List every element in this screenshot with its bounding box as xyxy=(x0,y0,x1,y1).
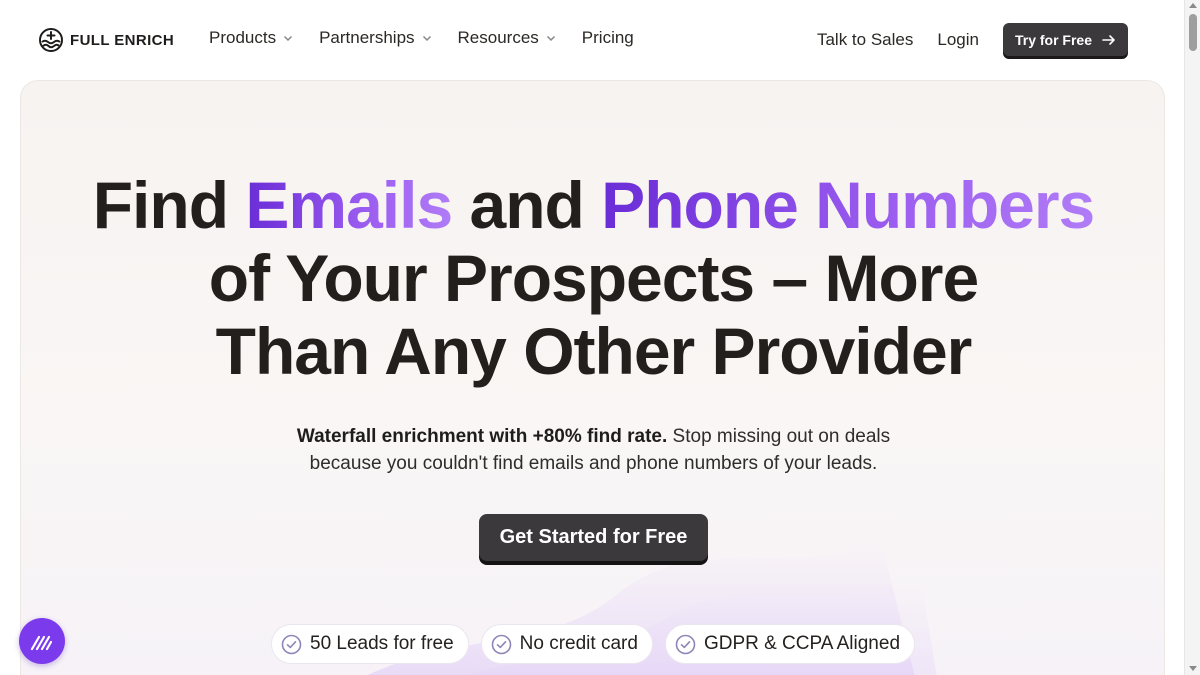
header-actions: Talk to Sales Login Try for Free xyxy=(817,23,1128,56)
nav-products[interactable]: Products xyxy=(209,28,293,48)
nav-partnerships[interactable]: Partnerships xyxy=(319,28,431,48)
scrollbar-thumb[interactable] xyxy=(1189,14,1197,51)
headline-part1: Find xyxy=(92,168,246,242)
nav-pricing-label: Pricing xyxy=(581,28,634,47)
badge-no-credit-card: No credit card xyxy=(480,624,653,664)
nav-pricing[interactable]: Pricing xyxy=(582,28,634,48)
subtext-bold: Waterfall enrichment with +80% find rate… xyxy=(296,426,668,447)
scroll-up-arrow[interactable] xyxy=(1189,3,1197,8)
nav-resources[interactable]: Resources xyxy=(458,28,556,48)
arrow-right-icon xyxy=(1102,34,1115,45)
hero-subtext: Waterfall enrichment with +80% find rate… xyxy=(21,423,1164,477)
nav-partnerships-label: Partnerships xyxy=(319,28,415,47)
page-scrollbar[interactable] xyxy=(1184,0,1200,675)
talk-to-sales-link[interactable]: Talk to Sales xyxy=(817,30,913,50)
try-for-free-label: Try for Free xyxy=(1014,31,1092,48)
badge-label: No credit card xyxy=(519,633,638,654)
logo[interactable]: FULL ENRICH xyxy=(38,27,174,53)
chevron-down-icon xyxy=(546,35,555,42)
login-link[interactable]: Login xyxy=(937,30,979,50)
site-header: FULL ENRICH Products Partnerships Resour… xyxy=(0,0,1184,80)
chevron-down-icon xyxy=(284,35,293,42)
badge-50-leads: 50 Leads for free xyxy=(271,624,469,664)
badge-label: GDPR & CCPA Aligned xyxy=(703,633,901,654)
feature-badges: 50 Leads for free No credit card GDPR & … xyxy=(271,624,916,664)
nav-resources-label: Resources xyxy=(457,28,539,47)
scroll-down-arrow[interactable] xyxy=(1189,666,1197,671)
chevron-down-icon xyxy=(422,35,431,42)
chat-widget-button[interactable] xyxy=(19,618,65,664)
chat-widget-icon xyxy=(30,635,53,651)
headline-line2: of Your Prospects – More xyxy=(208,241,979,315)
main-nav: Products Partnerships Resources Pricing xyxy=(209,28,634,48)
logo-icon xyxy=(39,28,63,52)
check-circle-icon xyxy=(281,634,302,654)
check-circle-icon xyxy=(675,634,696,654)
badge-gdpr-ccpa: GDPR & CCPA Aligned xyxy=(664,624,916,664)
get-started-button[interactable]: Get Started for Free xyxy=(479,514,708,561)
headline-part2: and xyxy=(452,168,602,242)
headline-phone-numbers: Phone Numbers xyxy=(601,168,1095,242)
check-circle-icon xyxy=(491,634,511,654)
nav-products-label: Products xyxy=(209,28,277,47)
headline-line3: Than Any Other Provider xyxy=(215,314,973,388)
badge-label: 50 Leads for free xyxy=(310,633,454,654)
hero-headline: Find Emails and Phone Numbers of Your Pr… xyxy=(21,168,1164,388)
logo-text: FULL ENRICH xyxy=(70,31,175,49)
hero-section: Find Emails and Phone Numbers of Your Pr… xyxy=(20,80,1165,675)
try-for-free-button[interactable]: Try for Free xyxy=(1002,23,1128,56)
subtext-rest1: Stop missing out on deals xyxy=(667,426,891,447)
subtext-rest2: because you couldn't find emails and pho… xyxy=(309,453,878,474)
headline-emails: Emails xyxy=(245,168,453,242)
